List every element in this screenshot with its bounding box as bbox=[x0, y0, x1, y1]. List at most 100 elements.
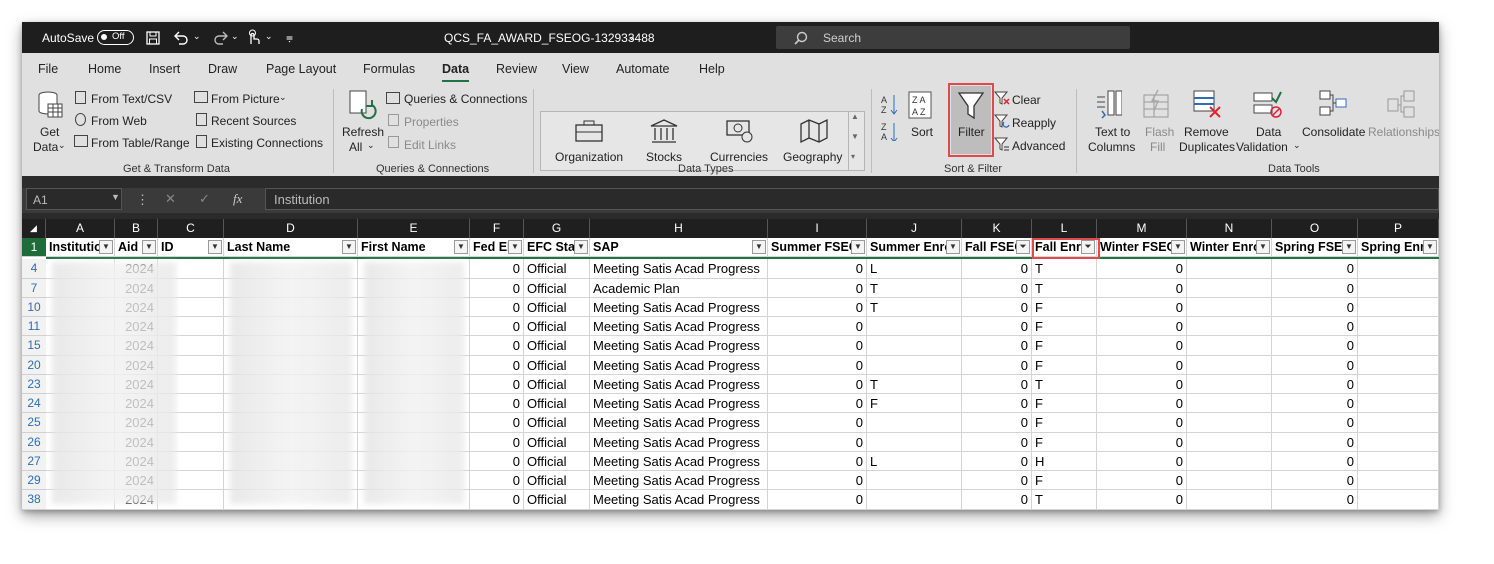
table-cell[interactable]: 0 bbox=[1272, 278, 1358, 298]
table-cell[interactable]: T bbox=[867, 374, 962, 394]
row-number[interactable]: 24 bbox=[22, 394, 46, 414]
table-cell[interactable]: Official bbox=[524, 336, 590, 356]
from-table-range-button[interactable]: From Table/Range bbox=[91, 136, 190, 150]
table-cell[interactable]: Official bbox=[524, 278, 590, 298]
table-cell[interactable]: Official bbox=[524, 413, 590, 433]
table-cell[interactable]: 0 bbox=[470, 432, 524, 452]
column-header-c[interactable]: C bbox=[158, 219, 224, 238]
table-cell[interactable]: 0 bbox=[962, 490, 1032, 510]
table-cell[interactable] bbox=[867, 317, 962, 337]
table-cell[interactable]: Official bbox=[524, 432, 590, 452]
column-header-d[interactable]: D bbox=[224, 219, 358, 238]
refresh-all-label[interactable]: Refresh bbox=[342, 125, 384, 139]
filter-applied-icon[interactable]: ⏷ bbox=[1016, 240, 1030, 254]
table-cell[interactable]: 0 bbox=[1097, 297, 1187, 317]
table-cell[interactable]: 0 bbox=[962, 336, 1032, 356]
column-header-n[interactable]: N bbox=[1187, 219, 1272, 238]
consolidate-icon[interactable] bbox=[1318, 89, 1348, 119]
existing-connections-button[interactable]: Existing Connections bbox=[211, 136, 323, 150]
filter-dropdown-icon[interactable]: ▼ bbox=[142, 240, 156, 254]
table-cell[interactable]: 0 bbox=[1097, 413, 1187, 433]
table-cell[interactable]: F bbox=[1032, 297, 1097, 317]
table-cell[interactable]: 0 bbox=[768, 259, 867, 279]
table-cell[interactable]: 0 bbox=[768, 490, 867, 510]
table-cell[interactable]: 0 bbox=[1272, 336, 1358, 356]
table-cell[interactable]: Meeting Satis Acad Progress bbox=[590, 297, 768, 317]
table-cell[interactable] bbox=[867, 471, 962, 491]
table-cell[interactable]: Official bbox=[524, 355, 590, 375]
table-cell[interactable]: 0 bbox=[962, 297, 1032, 317]
table-cell[interactable]: Official bbox=[524, 451, 590, 471]
table-cell[interactable]: 0 bbox=[768, 471, 867, 491]
table-cell[interactable]: Official bbox=[524, 471, 590, 491]
table-cell[interactable]: 0 bbox=[1272, 297, 1358, 317]
table-cell[interactable] bbox=[867, 432, 962, 452]
tab-draw[interactable]: Draw bbox=[208, 62, 237, 76]
header-cell[interactable]: SAP ▼ bbox=[590, 238, 768, 258]
column-header-k[interactable]: K bbox=[962, 219, 1032, 238]
filter-dropdown-icon[interactable]: ▼ bbox=[946, 240, 960, 254]
row-number[interactable]: 27 bbox=[22, 451, 46, 471]
table-cell[interactable]: 0 bbox=[1097, 432, 1187, 452]
remove-duplicates-label-2[interactable]: Duplicates bbox=[1179, 140, 1235, 154]
header-cell[interactable]: Spring Enro ▼ bbox=[1358, 238, 1439, 258]
table-cell[interactable]: 0 bbox=[768, 336, 867, 356]
from-text-csv-button[interactable]: From Text/CSV bbox=[91, 92, 172, 106]
table-cell[interactable] bbox=[1187, 432, 1272, 452]
flash-fill-label[interactable]: Flash bbox=[1145, 125, 1174, 139]
column-header-f[interactable]: F bbox=[470, 219, 524, 238]
flash-fill-label-2[interactable]: Fill bbox=[1150, 140, 1165, 154]
table-cell[interactable] bbox=[867, 490, 962, 510]
from-web-button[interactable]: From Web bbox=[91, 114, 147, 128]
save-icon[interactable] bbox=[145, 30, 161, 46]
header-cell[interactable]: Institutio ▼ bbox=[46, 238, 115, 258]
name-box[interactable]: A1 ▼ bbox=[26, 188, 122, 210]
gallery-down-icon[interactable]: ▼ bbox=[851, 132, 859, 141]
table-cell[interactable] bbox=[1187, 394, 1272, 414]
table-cell[interactable]: 0 bbox=[1097, 394, 1187, 414]
sort-button[interactable]: Sort bbox=[911, 125, 933, 139]
queries-connections-button[interactable]: Queries & Connections bbox=[404, 92, 527, 106]
get-data-dropdown-icon[interactable]: ⌄ bbox=[58, 140, 66, 151]
table-cell[interactable] bbox=[1187, 278, 1272, 298]
get-data-label[interactable]: Get bbox=[40, 125, 59, 139]
table-cell[interactable] bbox=[1187, 451, 1272, 471]
edit-links-button[interactable]: Edit Links bbox=[404, 138, 456, 152]
table-cell[interactable]: T bbox=[867, 297, 962, 317]
filter-dropdown-icon[interactable]: ▼ bbox=[1171, 240, 1185, 254]
row-number[interactable]: 11 bbox=[22, 317, 46, 337]
table-cell[interactable] bbox=[1358, 394, 1439, 414]
header-cell[interactable]: Summer FSEO ▼ bbox=[768, 238, 867, 258]
clear-button[interactable]: Clear bbox=[1012, 93, 1041, 107]
table-cell[interactable] bbox=[1358, 432, 1439, 452]
table-cell[interactable]: 0 bbox=[470, 490, 524, 510]
table-cell[interactable] bbox=[867, 413, 962, 433]
column-header-e[interactable]: E bbox=[358, 219, 470, 238]
get-data-label-2[interactable]: Data bbox=[33, 140, 58, 154]
header-cell[interactable]: Summer Enro ▼ bbox=[867, 238, 962, 258]
header-cell[interactable]: Aid ▼ bbox=[115, 238, 158, 258]
tab-home[interactable]: Home bbox=[88, 62, 121, 76]
table-cell[interactable]: 0 bbox=[470, 336, 524, 356]
row-number[interactable]: 7 bbox=[22, 278, 46, 298]
table-cell[interactable]: 0 bbox=[470, 413, 524, 433]
organization-button[interactable]: Organization bbox=[555, 150, 623, 164]
properties-button[interactable]: Properties bbox=[404, 115, 459, 129]
table-cell[interactable]: Meeting Satis Acad Progress bbox=[590, 471, 768, 491]
table-cell[interactable]: T bbox=[1032, 374, 1097, 394]
gallery-more-icon[interactable]: ▾ bbox=[851, 152, 855, 161]
column-header-m[interactable]: M bbox=[1097, 219, 1187, 238]
table-cell[interactable]: Official bbox=[524, 259, 590, 279]
table-cell[interactable] bbox=[1358, 278, 1439, 298]
table-cell[interactable]: 0 bbox=[768, 355, 867, 375]
table-cell[interactable]: 0 bbox=[1272, 471, 1358, 491]
table-cell[interactable]: 0 bbox=[1272, 355, 1358, 375]
table-cell[interactable] bbox=[1187, 297, 1272, 317]
tab-file[interactable]: File bbox=[38, 62, 58, 76]
row-number[interactable]: 25 bbox=[22, 413, 46, 433]
tab-page-layout[interactable]: Page Layout bbox=[266, 62, 336, 76]
text-to-columns-label[interactable]: Text to bbox=[1095, 125, 1130, 139]
column-header-o[interactable]: O bbox=[1272, 219, 1358, 238]
row-number[interactable]: 26 bbox=[22, 432, 46, 452]
table-cell[interactable] bbox=[1358, 336, 1439, 356]
